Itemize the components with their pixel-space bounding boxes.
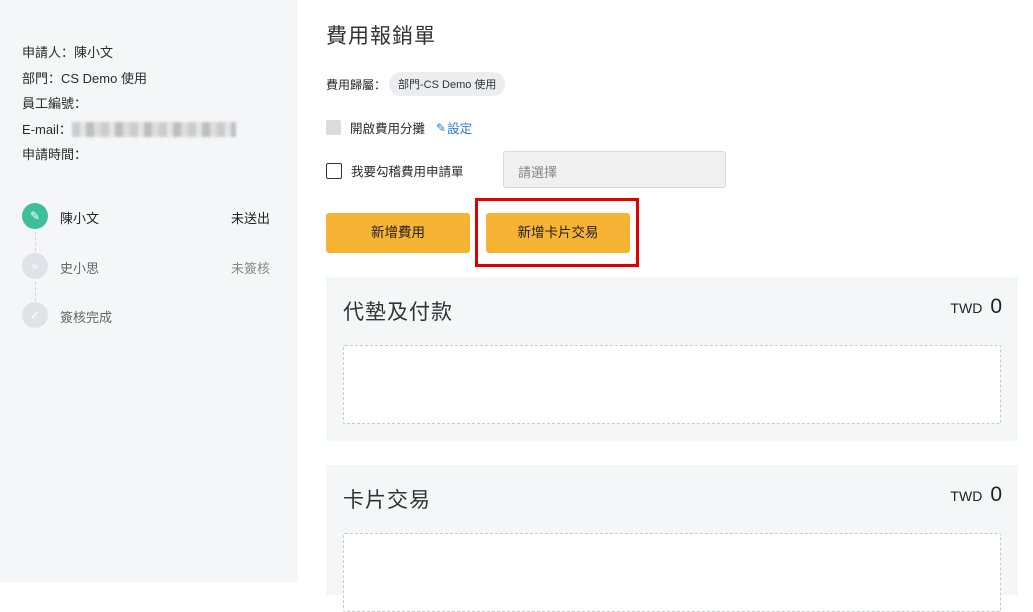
currency-label: TWD — [950, 300, 983, 316]
sidebar: 申請人：陳小文 部門：CS Demo 使用 員工編號： E-mail： 申請時間… — [0, 0, 298, 582]
step-name: 陳小文 — [60, 211, 100, 226]
highlight-box — [475, 198, 639, 267]
email-label: E-mail： — [22, 121, 72, 137]
section-total: TWD 0 — [950, 295, 1002, 319]
double-chevron-right-icon: » — [22, 252, 48, 279]
applicant-name: 申請人：陳小文 — [22, 45, 114, 60]
total-amount: 0 — [990, 483, 1002, 506]
advance-payment-section: 代墊及付款 TWD 0 — [326, 277, 1018, 441]
setting-link[interactable]: ✎ 設定 — [436, 118, 472, 137]
main-content: 費用報銷單 費用歸屬： 部門-CS Demo 使用 開啟費用分攤 ✎ 設定 我要… — [326, 0, 1033, 612]
link-request-row: 我要勾稽費用申請單 — [326, 161, 464, 180]
empty-drop-area — [343, 533, 1001, 612]
split-label: 開啟費用分攤 — [350, 122, 426, 136]
request-select[interactable]: 請選擇 — [503, 151, 726, 188]
currency-label: TWD — [950, 488, 983, 504]
email-row: E-mail： — [22, 117, 236, 143]
step-name: 史小思 — [60, 260, 100, 276]
card-transaction-section: 卡片交易 TWD 0 — [326, 465, 1018, 612]
step-complete: ✓ 簽核完成 — [22, 302, 270, 352]
expense-department-row: 費用歸屬： 部門-CS Demo 使用 — [326, 72, 506, 96]
step-connector — [34, 281, 36, 301]
total-amount: 0 — [990, 295, 1002, 318]
section-total: TWD 0 — [950, 483, 1002, 507]
step-name: 簽核完成 — [60, 310, 113, 325]
setting-link-label: 設定 — [447, 122, 473, 136]
email-redacted — [71, 121, 236, 137]
applicant-info: 申請人：陳小文 部門：CS Demo 使用 員工編號： E-mail： 申請時間… — [22, 40, 236, 168]
applicant-department: 部門：CS Demo 使用 — [22, 70, 147, 86]
department-chip[interactable]: 部門-CS Demo 使用 — [389, 72, 506, 96]
check-icon: ✓ — [22, 302, 48, 328]
add-expense-button[interactable]: 新增費用 — [326, 213, 470, 253]
approval-steps: ✎ 陳小文 未送出 » 史小思 未簽核 ✓ 簽核完成 — [22, 203, 270, 352]
section-title: 卡片交易 — [343, 489, 431, 512]
empty-drop-area — [343, 345, 1001, 424]
apply-time: 申請時間： — [22, 147, 88, 162]
step-applicant: ✎ 陳小文 未送出 — [22, 203, 270, 253]
section-title: 代墊及付款 — [343, 301, 453, 324]
expense-split-row: 開啟費用分攤 ✎ 設定 — [326, 118, 472, 137]
edit-icon: ✎ — [22, 203, 48, 229]
step-approver: » 史小思 未簽核 — [22, 252, 270, 303]
step-status: 未簽核 — [230, 260, 270, 276]
step-status: 未送出 — [230, 211, 270, 226]
pencil-icon: ✎ — [436, 120, 447, 135]
department-label: 費用歸屬： — [326, 77, 387, 92]
step-connector — [34, 232, 36, 251]
link-request-checkbox[interactable] — [326, 162, 342, 179]
employee-id: 員工編號： — [22, 96, 88, 111]
link-request-label: 我要勾稽費用申請單 — [351, 165, 464, 179]
split-checkbox[interactable] — [326, 120, 341, 135]
page-title: 費用報銷單 — [326, 25, 436, 48]
